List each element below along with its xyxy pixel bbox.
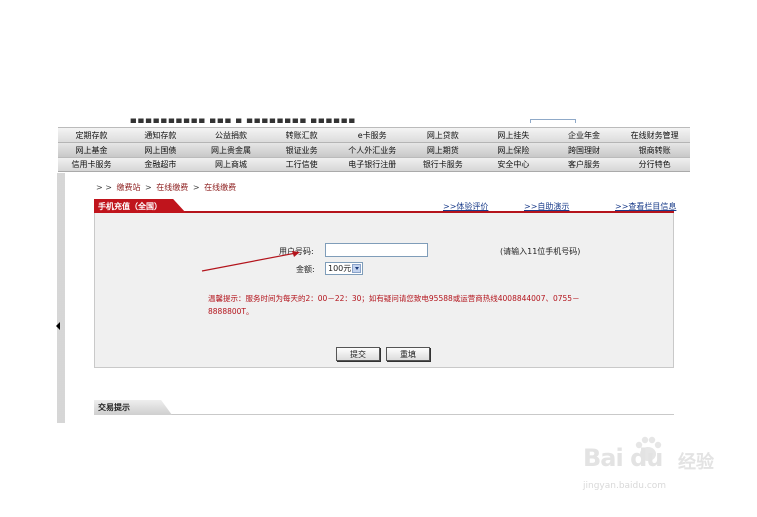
user-number-input[interactable] [325, 243, 428, 257]
chevron-down-icon[interactable] [352, 264, 361, 273]
nav-item-cross-border[interactable]: 跨国理财 [549, 143, 620, 157]
experience-feedback-link[interactable]: >>体验评价 [443, 201, 488, 212]
nav-item-insurance[interactable]: 网上保险 [478, 143, 549, 157]
breadcrumb-prefix: > > [96, 183, 112, 192]
nav-item-futures[interactable]: 网上期货 [408, 143, 479, 157]
nav-item-bank-card[interactable]: 银行卡服务 [408, 158, 479, 171]
breadcrumb: > > 缴费站 > 在线缴费 > 在线缴费 [94, 182, 236, 193]
nav-item-online-mall[interactable]: 网上商城 [196, 158, 267, 171]
amount-select[interactable]: 100元 [325, 262, 363, 275]
nav-item-credit-card[interactable]: 信用卡服务 [58, 158, 125, 171]
left-dotted-column [57, 173, 65, 423]
nav-item-fund[interactable]: 网上基金 [58, 143, 125, 157]
top-strip-text: ■■■■■■■■■■ ■■■ ■ ■■■■■■■■ ■■■■■■ [130, 117, 357, 123]
view-column-info-link[interactable]: >>查看栏目信息 [615, 201, 676, 212]
nav-row-1: 定期存款 通知存款 公益捐款 转账汇款 e卡服务 网上贷款 网上挂失 企业年金 … [58, 127, 690, 142]
nav-item-forex[interactable]: 个人外汇业务 [337, 143, 408, 157]
nav-item-security-center[interactable]: 安全中心 [478, 158, 549, 171]
nav-item-ebank-register[interactable]: 电子银行注册 [337, 158, 408, 171]
nav-row-3: 信用卡服务 金融超市 网上商城 工行信使 电子银行注册 银行卡服务 安全中心 客… [58, 157, 690, 172]
tab-transaction-tips[interactable]: 交易提示 [94, 400, 172, 415]
collapse-arrow-icon[interactable] [56, 322, 60, 330]
nav-item-precious-metal[interactable]: 网上贵金属 [196, 143, 267, 157]
nav-item-fixed-deposit[interactable]: 定期存款 [58, 128, 125, 142]
nav-item-finance-market[interactable]: 金融超市 [125, 158, 196, 171]
nav-item-bond[interactable]: 网上国债 [125, 143, 196, 157]
breadcrumb-separator: > [145, 183, 152, 192]
tab-mobile-recharge[interactable]: 手机充值（全国） [94, 199, 186, 213]
recharge-panel [94, 213, 674, 368]
top-strip-box [530, 119, 576, 123]
watermark-cn: 经验 [678, 452, 714, 473]
breadcrumb-item-payment-station[interactable]: 缴费站 [117, 183, 141, 192]
watermark-logo: Bai du [583, 444, 663, 472]
nav-row-2: 网上基金 网上国债 网上贵金属 银证业务 个人外汇业务 网上期货 网上保险 跨国… [58, 142, 690, 157]
panel-tab-bar: 手机充值（全国） >>体验评价 >>自助演示 >>查看栏目信息 [94, 199, 676, 213]
amount-selected-value: 100元 [328, 264, 352, 273]
nav-item-annuity[interactable]: 企业年金 [549, 128, 620, 142]
self-demo-link[interactable]: >>自助演示 [524, 201, 569, 212]
submit-button[interactable]: 提交 [336, 347, 380, 361]
nav-item-transfer[interactable]: 转账汇款 [266, 128, 337, 142]
nav-item-messenger[interactable]: 工行信使 [266, 158, 337, 171]
nav-item-branch[interactable]: 分行特色 [619, 158, 690, 171]
page: ■■■■■■■■■■ ■■■ ■ ■■■■■■■■ ■■■■■■ 定期存款 通知… [0, 0, 757, 517]
nav-grid: 定期存款 通知存款 公益捐款 转账汇款 e卡服务 网上贷款 网上挂失 企业年金 … [58, 127, 690, 172]
nav-item-securities[interactable]: 银证业务 [266, 143, 337, 157]
nav-item-bank-merchant[interactable]: 银商转账 [619, 143, 690, 157]
breadcrumb-separator: > [192, 183, 200, 192]
breadcrumb-item-current: 在线缴费 [204, 183, 237, 192]
user-number-hint: (请输入11位手机号码) [500, 247, 581, 256]
red-arrow-annotation [201, 251, 300, 272]
breadcrumb-item-online-payment[interactable]: 在线缴费 [156, 183, 188, 192]
transaction-tips-bar: 交易提示 [94, 400, 674, 415]
service-notice: 温馨提示：服务时间为每天的2：00－22：30；如有疑问请您致电95588或运营… [208, 294, 580, 316]
nav-item-charity-donation[interactable]: 公益捐款 [196, 128, 267, 142]
nav-item-online-loan[interactable]: 网上贷款 [408, 128, 479, 142]
nav-item-customer-service[interactable]: 客户服务 [549, 158, 620, 171]
nav-item-ecard[interactable]: e卡服务 [337, 128, 408, 142]
baidu-watermark: Bai du 经验 jingyan.baidu.com [583, 436, 733, 496]
nav-item-finance-mgmt[interactable]: 在线财务管理 [619, 128, 690, 142]
watermark-url: jingyan.baidu.com [583, 481, 667, 491]
nav-item-notice-deposit[interactable]: 通知存款 [125, 128, 196, 142]
nav-item-report-loss[interactable]: 网上挂失 [478, 128, 549, 142]
reset-button[interactable]: 重填 [386, 347, 430, 361]
